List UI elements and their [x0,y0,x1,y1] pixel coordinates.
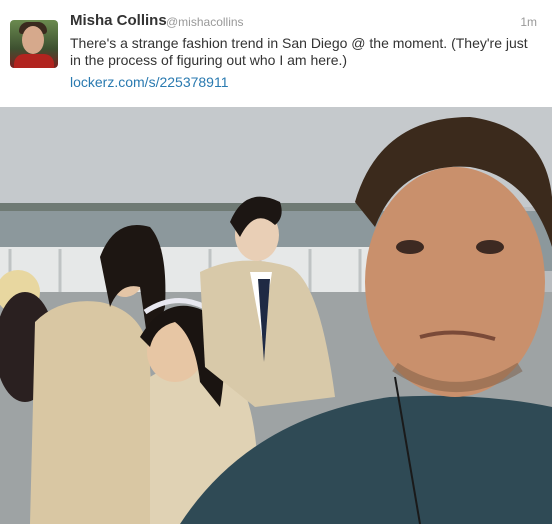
tweet: Misha Collins @mishacollins 1m There's a… [0,0,552,524]
railing [0,247,380,292]
man-right-eye [476,240,504,254]
tweet-text: There's a strange fashion trend in San D… [70,35,528,68]
man-left-eye [396,240,424,254]
avatar-shirt [14,54,54,68]
tweet-link[interactable]: lockerz.com/s/225378911 [70,74,229,90]
attached-photo[interactable] [0,107,552,524]
author-avatar[interactable] [10,20,58,68]
author-name[interactable]: Misha Collins [70,12,167,29]
photo-illustration [0,107,552,524]
tweet-timestamp[interactable]: 1m [520,15,537,29]
man-face [365,167,545,397]
author-handle[interactable]: @mishacollins [166,15,244,29]
avatar-face [22,26,44,54]
woman-left-coat [30,301,160,524]
